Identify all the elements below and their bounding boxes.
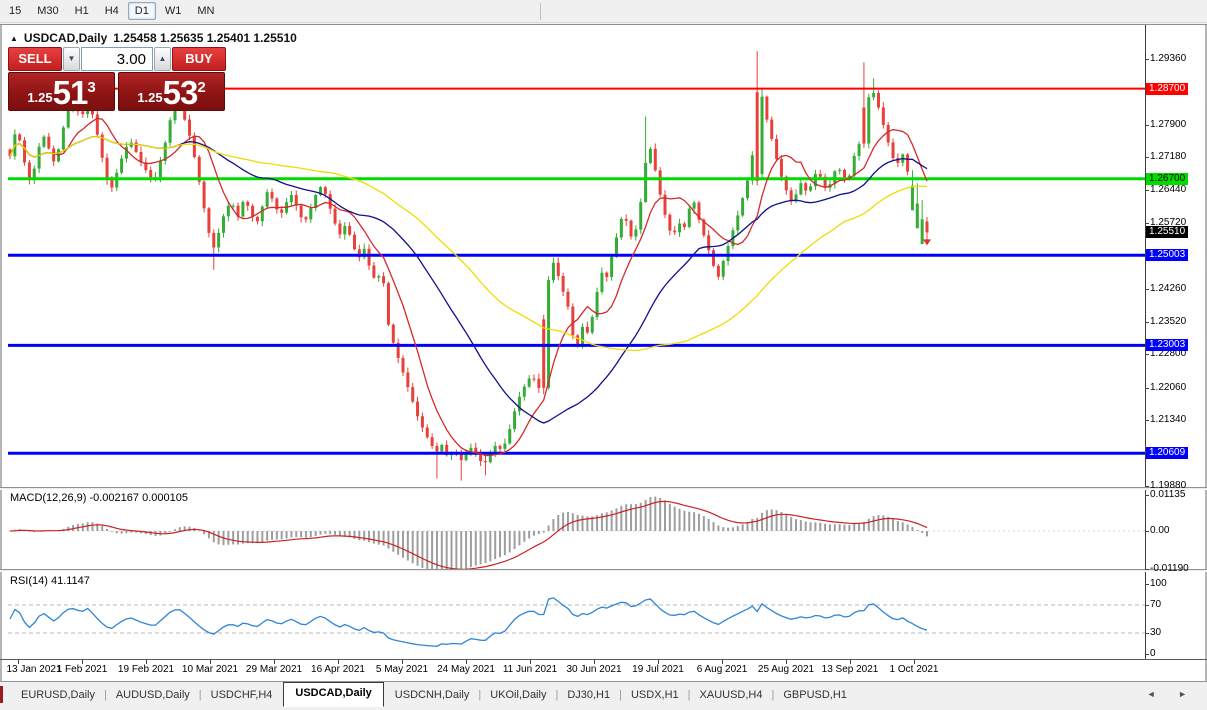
sell-arrow-marker	[923, 239, 931, 245]
chart-tab-XAUUSD-H4[interactable]: XAUUSD,H4	[691, 685, 772, 707]
trading-platform-window: 15M30H1H4D1W1MN ▲ USDCAD,Daily 1.25458 1…	[0, 0, 1207, 710]
timeframe-button-D1[interactable]: D1	[128, 2, 156, 20]
axis-separator	[0, 659, 1207, 660]
rsi-pane	[8, 598, 1145, 646]
macd-signal-line	[10, 501, 927, 569]
price-tick-1.27180: 1.27180	[1150, 151, 1186, 163]
sell-price-display[interactable]: 1.25 51 3	[8, 72, 115, 111]
buy-price-display[interactable]: 1.25 53 2	[118, 72, 225, 111]
date-label: 19 Jul 2021	[632, 664, 684, 675]
collapse-panel-icon[interactable]: ▲	[10, 34, 18, 43]
macd-indicator-label: MACD(12,26,9) -0.002167 0.000105	[10, 492, 188, 504]
level-label-1.28700: 1.28700	[1146, 83, 1188, 95]
level-label-1.26700: 1.26700	[1146, 173, 1188, 185]
current-price-label: 1.25510	[1146, 226, 1188, 238]
volume-input[interactable]	[81, 47, 153, 71]
date-label: 6 Aug 2021	[697, 664, 748, 675]
date-label: 25 Aug 2021	[758, 664, 814, 675]
ohlc-header: ▲ USDCAD,Daily 1.25458 1.25635 1.25401 1…	[10, 31, 297, 45]
symbol-period-label: USDCAD,Daily	[24, 31, 107, 45]
volume-decrease-button[interactable]: ▼	[63, 47, 80, 71]
price-tick-1.27900: 1.27900	[1150, 119, 1186, 131]
price-tick-1.22060: 1.22060	[1150, 382, 1186, 394]
price-scale[interactable]: 1.293601.279001.271801.264401.257201.242…	[1146, 25, 1205, 681]
price-tick-1.26440: 1.26440	[1150, 184, 1186, 196]
rsi-line	[10, 598, 927, 646]
slow-ma	[10, 137, 927, 351]
chart-tab-USDX-H1[interactable]: USDX,H1	[622, 685, 688, 707]
date-label: 30 Jun 2021	[566, 664, 621, 675]
date-label: 29 Mar 2021	[246, 664, 302, 675]
rsi-pane-separator[interactable]	[0, 569, 1207, 572]
sell-price-base: 1.25	[27, 90, 52, 105]
chart-tab-UKOil-Daily[interactable]: UKOil,Daily	[481, 685, 555, 707]
date-label: 13 Jan 2021	[6, 664, 61, 675]
macd-tick--0.01190: -0.01190	[1150, 563, 1189, 575]
candlesticks	[9, 51, 929, 481]
volume-increase-button[interactable]: ▲	[154, 47, 171, 71]
date-label: 19 Feb 2021	[118, 664, 174, 675]
one-click-trade-panel: SELL ▼ ▲ BUY 1.25 51 3 1.25 53 2	[8, 47, 228, 111]
chart-tab-DJ30-H1[interactable]: DJ30,H1	[558, 685, 619, 707]
buy-price-big: 53	[163, 78, 198, 108]
price-tick-1.21340: 1.21340	[1150, 414, 1186, 426]
left-edge-artifact	[0, 686, 3, 703]
timeframe-button-H1[interactable]: H1	[68, 2, 96, 20]
level-label-1.23003: 1.23003	[1146, 339, 1188, 351]
toolbar-separator	[540, 3, 541, 20]
level-label-1.20609: 1.20609	[1146, 447, 1188, 459]
sell-price-big: 51	[53, 78, 88, 108]
timeframe-button-H4[interactable]: H4	[98, 2, 126, 20]
rsi-tick-70: 70	[1150, 599, 1161, 611]
date-label: 10 Mar 2021	[182, 664, 238, 675]
price-tick-1.29360: 1.29360	[1150, 53, 1186, 65]
rsi-tick-0: 0	[1150, 648, 1156, 660]
macd-pane-separator[interactable]	[0, 487, 1207, 490]
chart-tab-EURUSD-Daily[interactable]: EURUSD,Daily	[12, 685, 104, 707]
macd-tick-0.01135: 0.01135	[1150, 489, 1185, 501]
rsi-tick-30: 30	[1150, 627, 1161, 639]
rsi-tick-100: 100	[1150, 578, 1167, 590]
buy-price-pip: 2	[197, 79, 205, 96]
tab-scroll-arrows[interactable]: ◄ ►	[1147, 689, 1197, 699]
price-tick-1.24260: 1.24260	[1150, 283, 1186, 295]
buy-button[interactable]: BUY	[172, 47, 226, 71]
date-label: 24 May 2021	[437, 664, 495, 675]
date-label: 1 Feb 2021	[57, 664, 108, 675]
ohlc-values: 1.25458 1.25635 1.25401 1.25510	[113, 31, 297, 45]
sell-price-pip: 3	[87, 79, 95, 96]
date-label: 11 Jun 2021	[503, 664, 557, 675]
chart-tab-USDCHF-H4[interactable]: USDCHF,H4	[202, 685, 282, 707]
chart-tab-GBPUSD-H1[interactable]: GBPUSD,H1	[774, 685, 856, 707]
level-label-1.25003: 1.25003	[1146, 249, 1188, 261]
macd-tick-0.00: 0.00	[1150, 525, 1169, 537]
chart-tab-bar: EURUSD,Daily|AUDUSD,Daily|USDCHF,H4USDCA…	[0, 682, 1207, 707]
date-label: 1 Oct 2021	[890, 664, 939, 675]
buy-price-base: 1.25	[137, 90, 162, 105]
date-label: 16 Apr 2021	[311, 664, 365, 675]
date-label: 13 Sep 2021	[822, 664, 879, 675]
chart-canvas[interactable]	[6, 24, 1145, 660]
timeframe-button-M30[interactable]: M30	[30, 2, 65, 20]
chart-tab-AUDUSD-Daily[interactable]: AUDUSD,Daily	[107, 685, 199, 707]
date-label: 5 May 2021	[376, 664, 428, 675]
fast-ma	[10, 118, 927, 455]
chart-tab-USDCNH-Daily[interactable]: USDCNH,Daily	[386, 685, 479, 707]
chart-tab-USDCAD-Daily[interactable]: USDCAD,Daily	[283, 682, 383, 707]
timeframe-button-MN[interactable]: MN	[190, 2, 221, 20]
rsi-indicator-label: RSI(14) 41.1147	[10, 575, 90, 587]
window-frame-left	[0, 25, 2, 682]
macd-pane	[8, 497, 1145, 570]
price-tick-1.23520: 1.23520	[1150, 316, 1186, 328]
sell-button[interactable]: SELL	[8, 47, 62, 71]
timeframe-button-W1[interactable]: W1	[158, 2, 189, 20]
timeframe-toolbar: 15M30H1H4D1W1MN	[0, 0, 1207, 23]
timeframe-button-15[interactable]: 15	[2, 2, 28, 20]
